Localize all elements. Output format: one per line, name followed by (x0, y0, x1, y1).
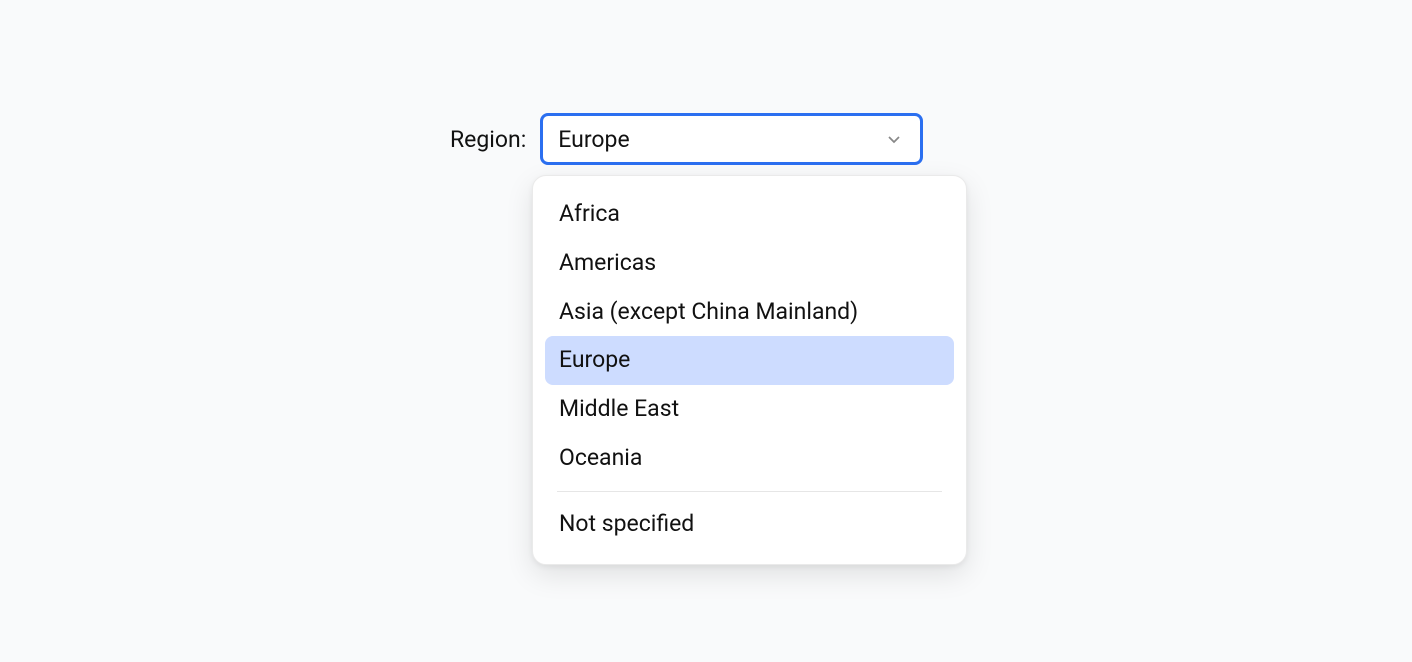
dropdown-divider (557, 491, 942, 492)
region-option[interactable]: Europe (545, 336, 954, 385)
region-option[interactable]: Middle East (545, 385, 954, 434)
region-option[interactable]: Asia (except China Mainland) (545, 288, 954, 337)
region-select-value: Europe (558, 126, 629, 153)
region-option-not-specified[interactable]: Not specified (545, 500, 954, 549)
region-option[interactable]: Americas (545, 239, 954, 288)
region-dropdown: Africa Americas Asia (except China Mainl… (532, 175, 967, 565)
region-option[interactable]: Africa (545, 190, 954, 239)
region-select[interactable]: Europe (540, 113, 923, 165)
region-option[interactable]: Oceania (545, 434, 954, 483)
region-selector: Region: Europe (450, 113, 923, 165)
region-label: Region: (450, 128, 526, 151)
chevron-down-icon (885, 130, 903, 148)
